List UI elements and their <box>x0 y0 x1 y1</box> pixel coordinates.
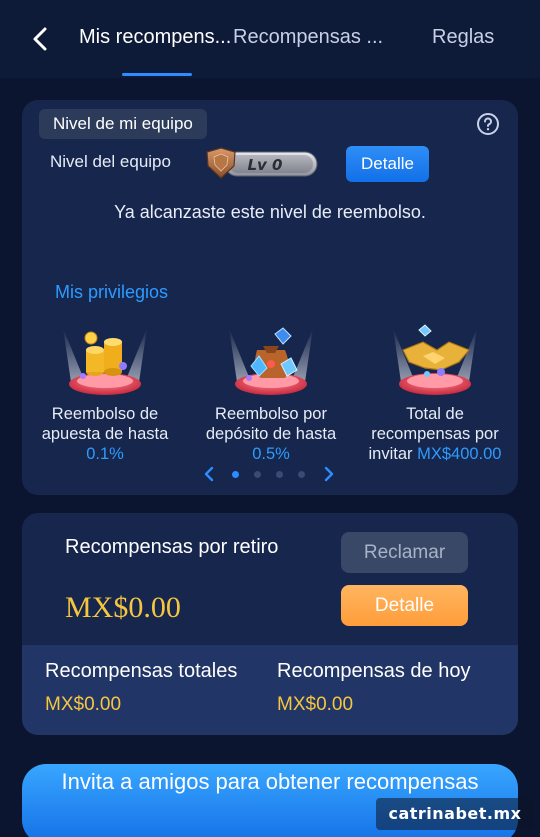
pager-dot[interactable] <box>276 471 283 478</box>
total-rewards-label: Recompensas totales <box>45 660 238 682</box>
privilege-value: MX$400.00 <box>417 445 502 463</box>
chevron-right-icon[interactable] <box>322 464 336 484</box>
tab-mis-recompensas[interactable]: Mis recompens... <box>79 26 234 49</box>
total-rewards-value: MX$0.00 <box>45 694 122 715</box>
today-rewards-value: MX$0.00 <box>277 694 354 715</box>
privilege-text: Reembolso por depósito de hasta <box>205 405 337 443</box>
treasure-bag-icon <box>229 327 313 395</box>
team-level-chip: Nivel de mi equipo <box>39 109 207 139</box>
gold-coins-icon <box>63 328 147 395</box>
pager-dot[interactable] <box>232 471 239 478</box>
handshake-icon <box>393 324 477 395</box>
top-nav-bar: Mis recompens... Recompensas ... Reglas <box>0 0 540 78</box>
withdrawal-rewards-amount: MX$0.00 <box>65 591 181 624</box>
pager-dot[interactable] <box>254 471 261 478</box>
withdrawal-rewards-label: Recompensas por retiro <box>65 536 279 558</box>
privilege-item: Total de recompensas por invitar MX$400.… <box>360 320 510 470</box>
pager-dot[interactable] <box>298 471 305 478</box>
team-level-label: Nivel del equipo <box>50 152 171 171</box>
team-level-card: Nivel de mi equipo Nivel del equipo Lv 0… <box>22 100 518 495</box>
tab-reglas[interactable]: Reglas <box>432 26 494 49</box>
team-detail-button[interactable]: Detalle <box>346 146 429 182</box>
chevron-left-icon[interactable] <box>202 464 216 484</box>
privilege-item: Reembolso por depósito de hasta 0.5% <box>196 320 346 470</box>
claim-button[interactable]: Reclamar <box>341 532 468 573</box>
tab-recompensas[interactable]: Recompensas ... <box>233 26 383 49</box>
today-rewards-label: Recompensas de hoy <box>277 660 471 682</box>
privilege-value: 0.1% <box>86 445 124 463</box>
help-icon[interactable] <box>476 112 500 136</box>
privileges-pager <box>202 464 334 484</box>
watermark: catrinabet.mx <box>376 798 534 830</box>
rewards-stats-panel: Recompensas totales MX$0.00 Recompensas … <box>22 645 518 735</box>
back-arrow-icon[interactable] <box>26 24 56 54</box>
rebate-level-message: Ya alcanzaste este nivel de reembolso. <box>114 202 426 222</box>
level-badge-icon: Lv 0 <box>206 147 318 179</box>
privileges-title: Mis privilegios <box>55 282 169 302</box>
privilege-item: Reembolso de apuesta de hasta 0.1% <box>30 320 180 470</box>
withdrawal-rewards-card: Recompensas por retiro MX$0.00 Reclamar … <box>22 513 518 735</box>
privilege-value: 0.5% <box>252 445 290 463</box>
privilege-text: Reembolso de apuesta de hasta <box>41 405 169 443</box>
active-tab-indicator <box>122 73 192 76</box>
withdrawal-detail-button[interactable]: Detalle <box>341 585 468 626</box>
level-badge-text: Lv 0 <box>248 156 283 174</box>
